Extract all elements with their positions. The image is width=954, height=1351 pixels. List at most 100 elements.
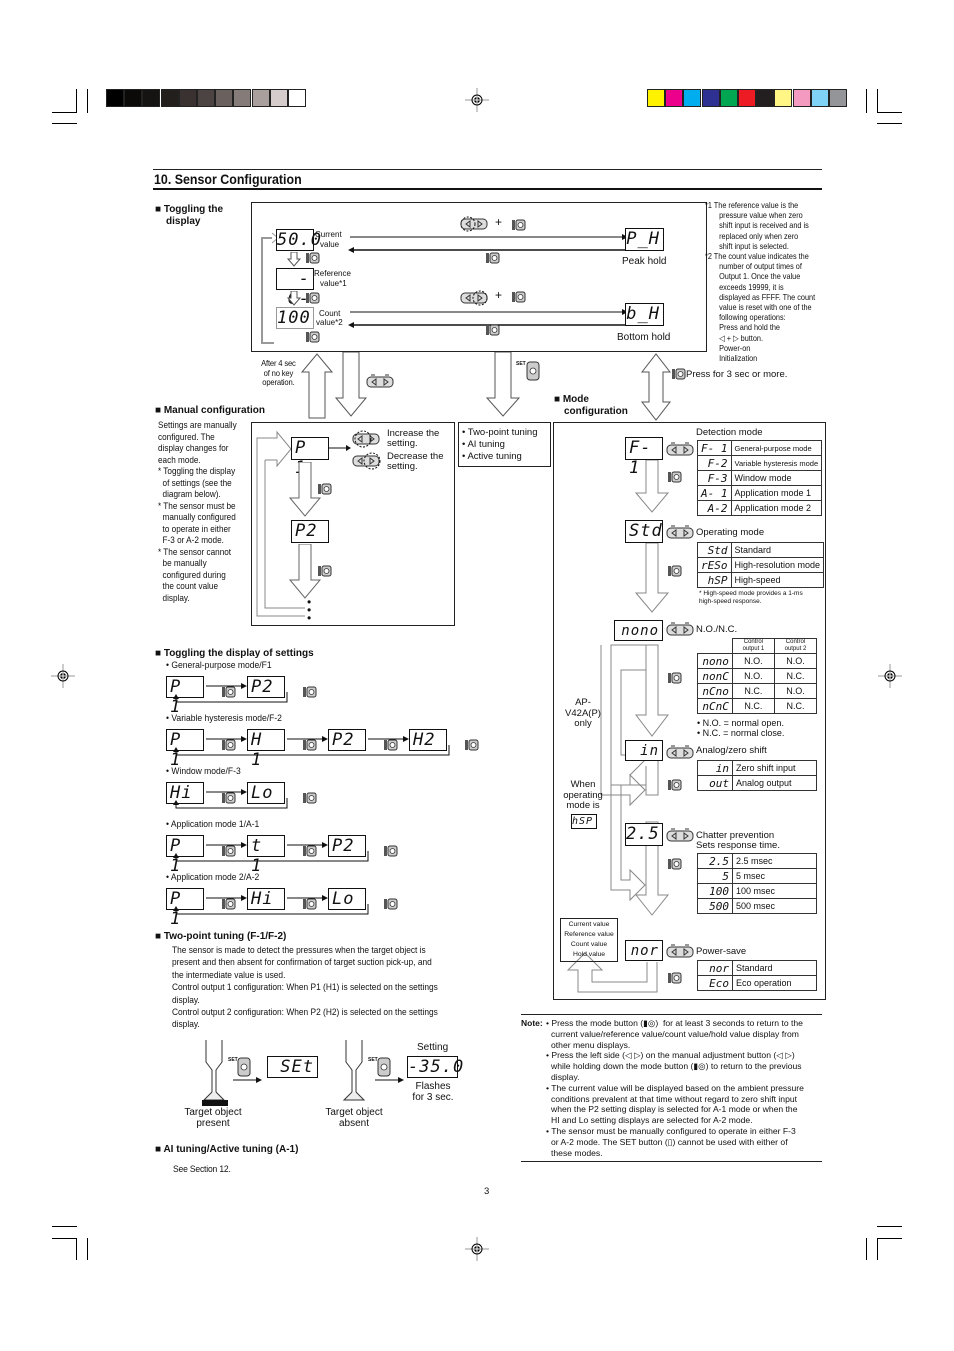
section-title: 10. Sensor Configuration xyxy=(154,172,302,187)
detection-mode-title: Detection mode xyxy=(696,427,763,438)
table-row: out Analog output xyxy=(697,775,817,791)
value-cell: N.C. xyxy=(773,668,818,684)
lcd-reference-value: -C- xyxy=(276,268,314,309)
footnote-line: exceeds 19999, it is xyxy=(719,281,784,292)
column-header: Control output 2 xyxy=(773,638,818,654)
value-cell: 5 msec xyxy=(732,868,817,884)
code-cell: in xyxy=(697,760,733,776)
footnote-line: replaced only when zero xyxy=(719,230,799,241)
analog-title: Analog/zero shift xyxy=(696,745,767,756)
value-cell: Standard xyxy=(730,542,825,558)
note-bottom-rule xyxy=(521,1161,822,1162)
lcd-count-value: 100 xyxy=(276,307,314,329)
toggling-display-heading-line2: display xyxy=(166,216,201,227)
value-cell: Window mode xyxy=(730,470,823,486)
note-line: current value/reference value/count valu… xyxy=(551,1028,799,1039)
manual-desc-line: to operate in either xyxy=(158,523,231,534)
crop-mark xyxy=(52,1226,77,1227)
table-row: 500 500 msec xyxy=(697,898,817,914)
color-swatch xyxy=(738,89,756,107)
manual-config-description: Settings are manually configured. The disp… xyxy=(158,420,247,604)
table-row: nCnC N.C. N.C. xyxy=(697,698,818,714)
manual-desc-line: display changes for xyxy=(158,443,229,453)
value-cell: N.C. xyxy=(731,698,775,714)
table-row: nCno N.C. N.O. xyxy=(697,683,818,699)
setting-label: Setting xyxy=(417,1042,449,1053)
increase-label: setting. xyxy=(387,438,418,449)
code-cell: Std xyxy=(697,542,732,558)
footnote-line: following operations: xyxy=(719,312,786,323)
footnote-line: *2 The count value indicates the xyxy=(705,251,809,261)
value-cell: Eco operation xyxy=(732,975,817,991)
note-list: • Press the mode button (▮◎) for at leas… xyxy=(546,1018,804,1158)
code-cell: nor xyxy=(697,960,733,976)
crop-mark xyxy=(52,1238,77,1239)
two-point-paragraph-line: display. xyxy=(172,994,200,1006)
crop-mark xyxy=(877,1238,902,1239)
return-loop-arrow xyxy=(173,692,288,703)
return-display-item: Reference value xyxy=(564,931,614,938)
color-swatch xyxy=(197,89,215,107)
adjust-button-icon xyxy=(666,828,694,842)
flashes-label: for 3 sec. xyxy=(412,1092,454,1103)
color-swatch xyxy=(215,89,234,107)
value-cell: Analog output xyxy=(732,775,817,791)
two-point-paragraph-line: Control output 1 configuration: When P1 … xyxy=(172,982,438,994)
table-row: in Zero shift input xyxy=(697,760,817,776)
nonc-legend: • N.C. = normal close. xyxy=(697,728,785,738)
color-swatch xyxy=(701,89,720,107)
value-cell: 100 msec xyxy=(732,883,817,899)
power-save-title: Power-save xyxy=(696,946,747,957)
code-cell: nonC xyxy=(697,668,733,684)
title-top-rule xyxy=(153,169,822,170)
right-arrow-icon xyxy=(233,1077,262,1083)
code-cell: 5 xyxy=(697,868,733,884)
lcd-p1: P 1 xyxy=(291,437,329,478)
footnote-line: Output 1. Once the value xyxy=(719,271,801,282)
note-line: • Press the left side (◁ ▷) on the manua… xyxy=(546,1050,795,1061)
color-swatch xyxy=(647,89,665,107)
color-swatch xyxy=(269,89,288,107)
mode-sequence-label: • General-purpose mode/F1 xyxy=(166,660,272,671)
increase-button-icon xyxy=(352,430,380,448)
return-display-list: Current value Reference value Count value H… xyxy=(561,920,617,960)
code-cell: F- 1 xyxy=(697,440,732,456)
lcd-setting-value: -35.0 xyxy=(407,1056,465,1078)
value-cell: Variable hysteresis mode xyxy=(730,455,823,471)
lcd-operating-mode: Std xyxy=(625,520,663,543)
down-arrow-icon xyxy=(287,252,301,267)
adjust-button-icon xyxy=(666,442,694,456)
registration-target-icon xyxy=(465,88,489,112)
ai-tuning-heading: AI tuning/Active tuning (A-1) xyxy=(155,1144,298,1156)
operating-mode-table: Std Standard rESo High-resolution mode hSP Hi… xyxy=(697,542,825,588)
return-loop-arrow xyxy=(173,798,288,809)
column-header: Control output 1 xyxy=(731,638,775,654)
nonc-table: Control output 1 Control output 2 nono N.O.… xyxy=(697,638,818,714)
note-line: when the P2 setting display is selected … xyxy=(551,1104,798,1115)
mode-button-icon xyxy=(384,898,398,910)
return-display-item: Count value xyxy=(570,941,608,948)
note-line: or A-2 mode. The SET button (▯) cannot b… xyxy=(551,1136,788,1147)
color-swatch xyxy=(142,89,161,107)
target-present-label: Target object xyxy=(184,1107,242,1118)
return-display-item: Current value xyxy=(568,921,610,928)
table-row: Std Standard xyxy=(697,542,825,558)
set-button-icon xyxy=(377,1057,391,1077)
code-cell: 100 xyxy=(697,883,733,899)
value-cell: High-speed xyxy=(730,572,825,588)
footnote-1: *1 The reference value is the pressure va… xyxy=(705,200,823,251)
mode-button-icon xyxy=(668,779,682,791)
lcd-analog: in xyxy=(625,740,663,761)
footnote-2: *2 The count value indicates the number o… xyxy=(705,251,830,363)
crop-mark xyxy=(87,89,88,113)
value-cell: N.O. xyxy=(773,683,818,699)
title-bottom-rule xyxy=(153,188,822,190)
manual-desc-line: each mode. xyxy=(158,454,201,465)
suction-nozzle-absent-icon xyxy=(342,1040,366,1101)
note-line: HI and Lo setting displays are selected … xyxy=(551,1115,753,1126)
color-swatch xyxy=(756,89,775,107)
value-cell: N.C. xyxy=(731,683,775,699)
mode-button-icon xyxy=(306,252,320,264)
value-cell: 2.5 msec xyxy=(732,853,817,869)
mode-button-icon xyxy=(465,739,479,751)
